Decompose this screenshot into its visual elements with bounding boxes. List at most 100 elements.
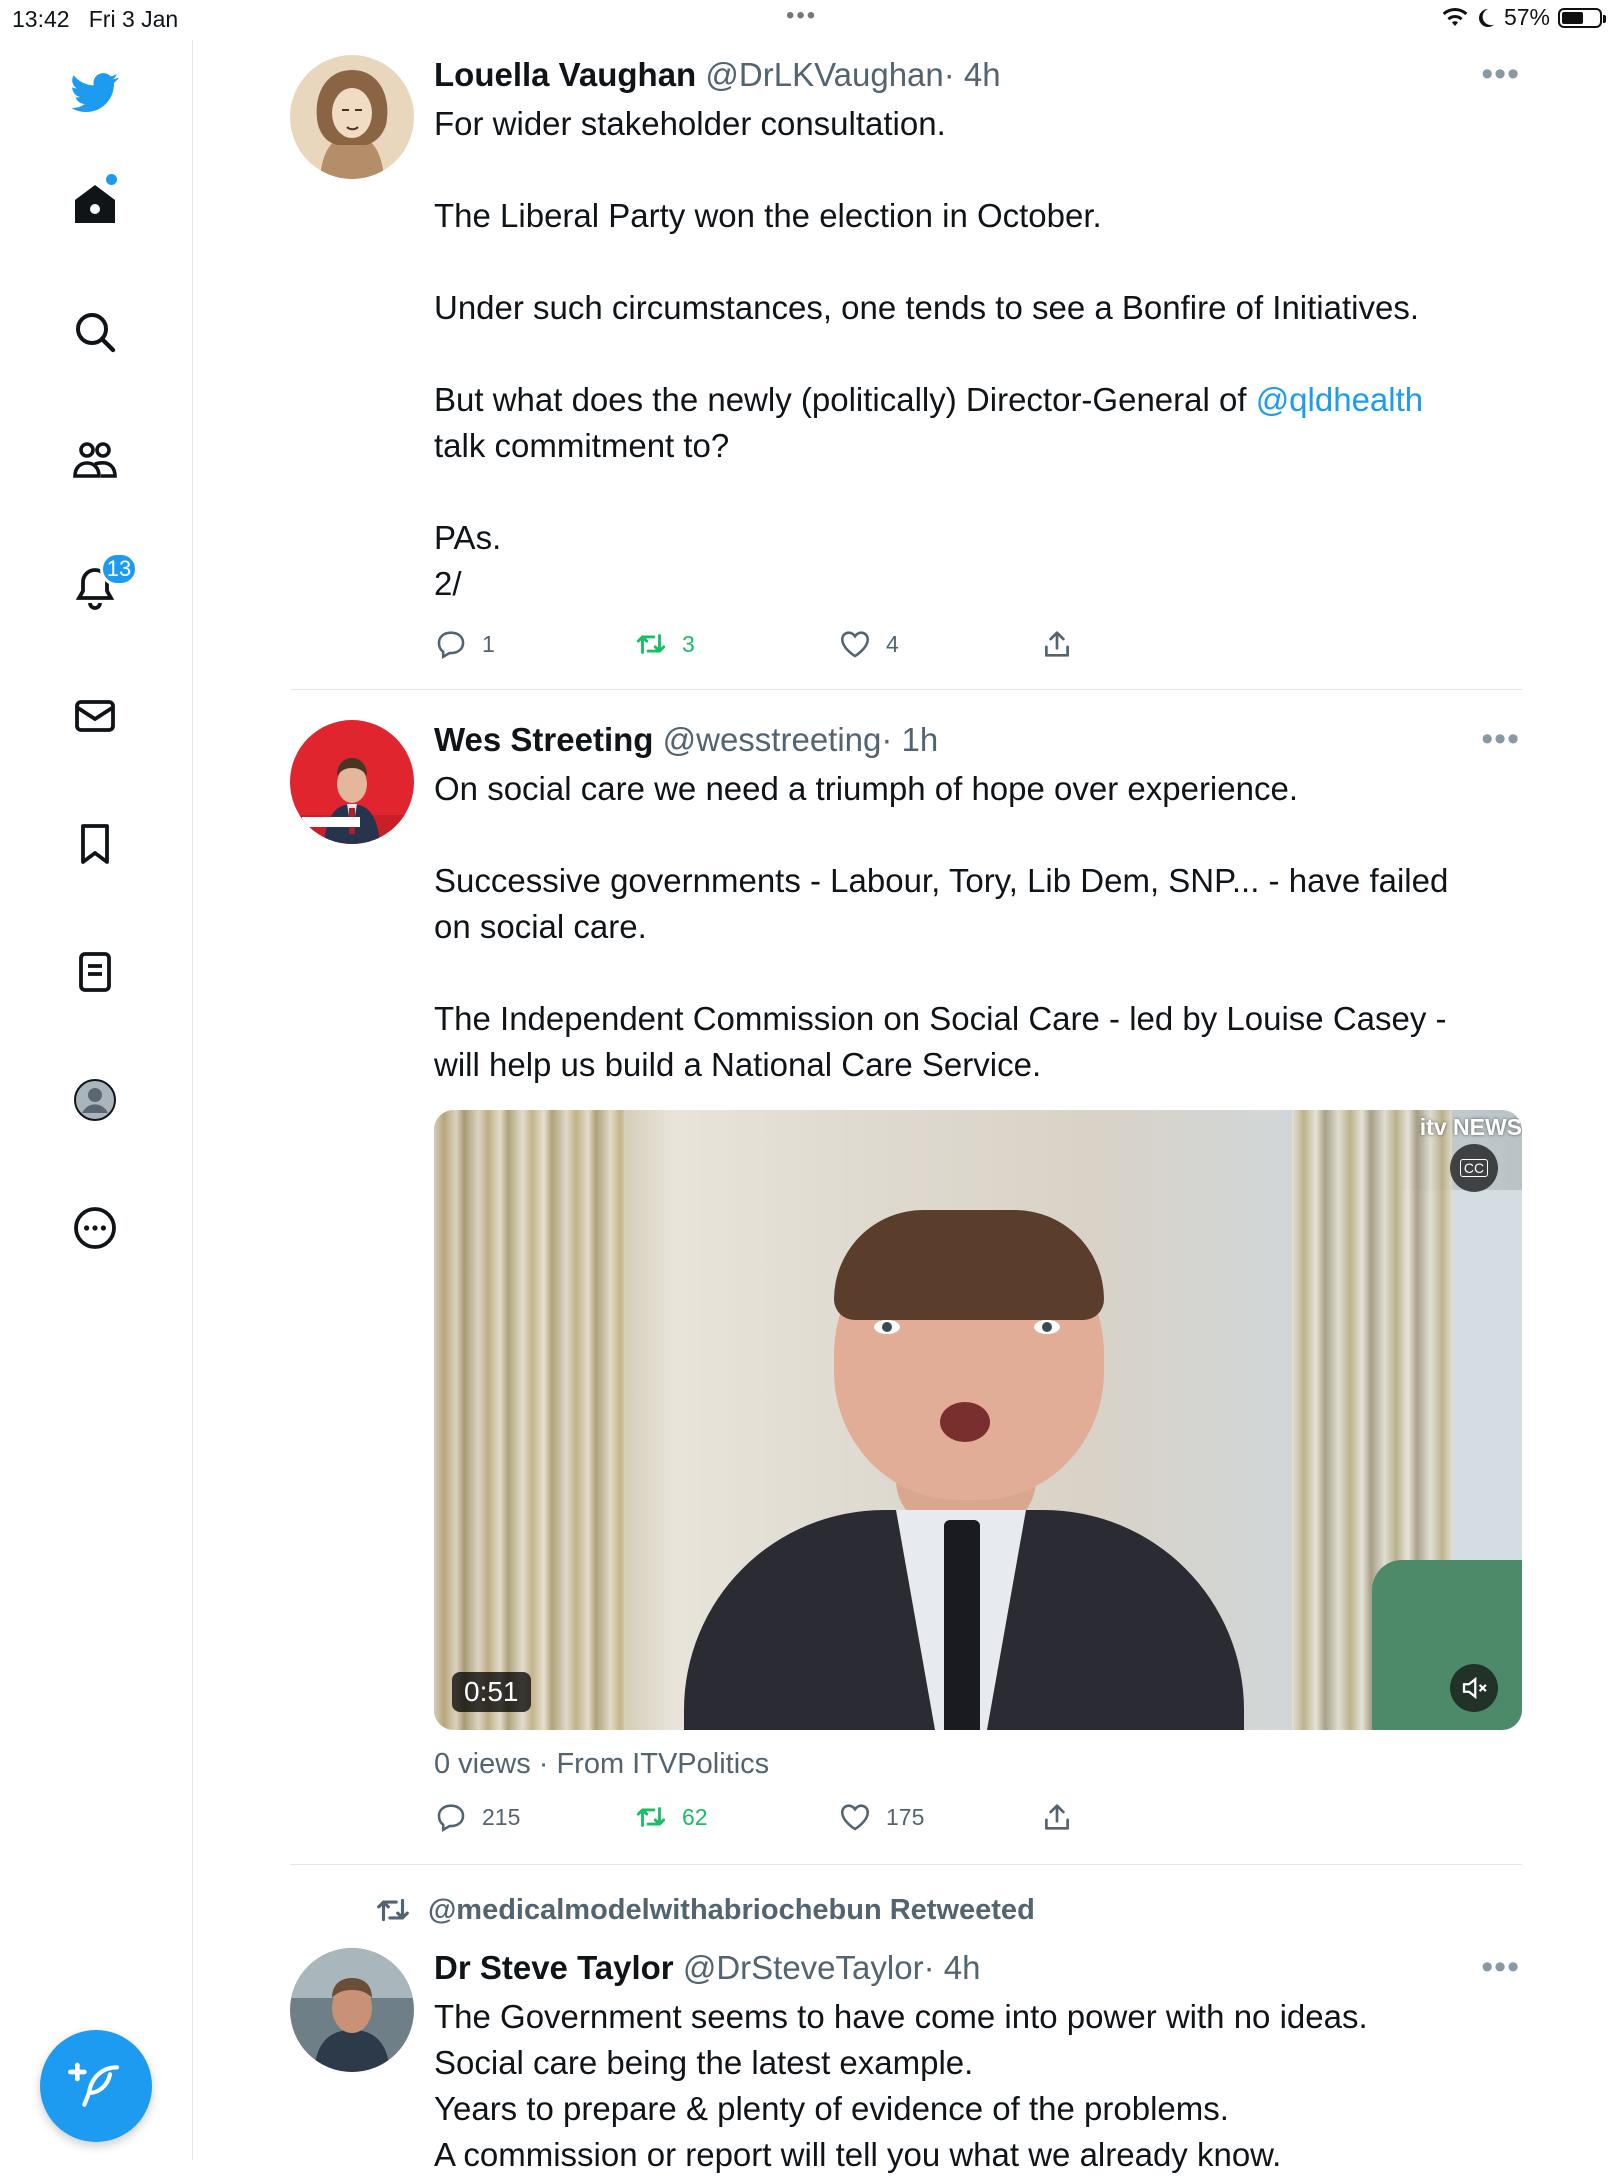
retweeted-by-line[interactable]: @medicalmodelwithabriochebun Retweeted (374, 1890, 1474, 1930)
tweet-content: Wes Streeting @wesstreeting· 1h ••• On s… (434, 720, 1522, 1840)
retweet-icon (636, 1807, 666, 1827)
like-button[interactable]: 4 (838, 627, 899, 661)
video-player[interactable]: itv NEWS CC 0:51 (434, 1110, 1522, 1730)
reply-count: 215 (482, 1803, 521, 1830)
tweet-line: Successive governments - Labour, Tory, L… (434, 862, 1449, 899)
reply-button[interactable]: 215 (434, 1800, 520, 1834)
share-button[interactable] (1040, 627, 1074, 661)
video-frame-curtain (434, 1110, 624, 1730)
author-name[interactable]: Louella Vaughan (434, 56, 696, 93)
retweet-icon (636, 634, 666, 654)
compose-feather-icon (68, 2062, 120, 2107)
status-bar: 13:42 Fri 3 Jan ••• 57% (0, 0, 1620, 40)
heart-icon (840, 631, 870, 658)
video-frame-person-tie (944, 1520, 980, 1730)
avatar[interactable] (290, 1948, 414, 2072)
retweet-icon (377, 1898, 409, 1922)
like-count: 175 (886, 1803, 925, 1830)
video-frame-person-hair (834, 1210, 1104, 1320)
tweet-more-button[interactable]: ••• (1481, 720, 1520, 759)
tweet-line: But what does the newly (politically) Di… (434, 377, 1520, 423)
avatar[interactable] (290, 55, 414, 179)
tweet-line: PAs. (434, 519, 502, 556)
battery-percent: 57% (1503, 4, 1550, 30)
tweet-line: talk commitment to? (434, 427, 730, 464)
notifications-badge: 13 (100, 552, 138, 586)
multitasking-dots[interactable]: ••• (786, 2, 817, 30)
tweet-line: will help us build a National Care Servi… (434, 1046, 1042, 1083)
reply-button[interactable]: 1 (434, 627, 495, 661)
tweet-text: The Government seems to have come into p… (434, 1994, 1520, 2178)
twitter-logo-icon[interactable] (67, 64, 123, 120)
tweet-line: The Independent Commission on Social Car… (434, 1000, 1447, 1037)
home-unread-dot (106, 174, 117, 185)
closed-captions-button[interactable]: CC (1450, 1144, 1498, 1192)
reply-icon (437, 631, 465, 659)
retweet-count: 3 (682, 630, 695, 657)
tweet-actions: 215 62 175 (434, 1800, 1520, 1840)
status-time: 13:42 Fri 3 Jan (12, 6, 179, 32)
retweeted-by-text: @medicalmodelwithabriochebun Retweeted (428, 1893, 1035, 1926)
tweet-divider (290, 689, 1522, 690)
tweet-header: Wes Streeting @wesstreeting· 1h (434, 720, 1520, 760)
retweet-count: 62 (682, 1803, 708, 1830)
author-handle[interactable]: @DrSteveTaylor (683, 1949, 924, 1986)
video-frame-person-mouth (940, 1402, 990, 1442)
video-duration: 0:51 (452, 1672, 531, 1712)
author-handle[interactable]: @DrLKVaughan (705, 56, 943, 93)
tweet-line: on social care. (434, 908, 647, 945)
video-frame-person-eye (874, 1320, 900, 1334)
tweet-line: Under such circumstances, one tends to s… (434, 289, 1420, 326)
compose-tweet-button[interactable] (40, 2030, 152, 2142)
like-button[interactable]: 175 (838, 1800, 924, 1834)
like-count: 4 (886, 630, 899, 657)
moon-icon (1478, 8, 1494, 27)
tweet-time: · 4h (923, 1949, 981, 1986)
more-icon[interactable] (67, 1200, 123, 1256)
tweet-line: On social care we need a triumph of hope… (434, 770, 1298, 807)
bookmarks-icon[interactable] (67, 816, 123, 872)
share-button[interactable] (1040, 1800, 1074, 1834)
reply-icon (437, 1804, 465, 1832)
tweet-header: Louella Vaughan @DrLKVaughan· 4h (434, 55, 1520, 95)
profile-icon[interactable] (67, 1072, 123, 1128)
tweet-time: · 4h (943, 56, 1001, 93)
cc-icon: CC (1459, 1159, 1489, 1177)
tweet-header: Dr Steve Taylor @DrSteveTaylor· 4h (434, 1948, 1520, 1988)
tweet-line: The Government seems to have come into p… (434, 1998, 1368, 2035)
video-frame-person-eye (1034, 1320, 1060, 1334)
tweet-text: On social care we need a triumph of hope… (434, 766, 1520, 1088)
tweet-line: For wider stakeholder consultation. (434, 105, 946, 142)
tweet-actions: 1 3 4 (434, 627, 1520, 667)
author-name[interactable]: Dr Steve Taylor (434, 1949, 674, 1986)
share-icon (1045, 631, 1069, 657)
tweet-divider (290, 1864, 1522, 1865)
author-name[interactable]: Wes Streeting (434, 721, 653, 758)
search-icon[interactable] (67, 304, 123, 360)
retweet-button[interactable]: 62 (634, 1800, 708, 1834)
reply-count: 1 (482, 630, 495, 657)
lists-icon[interactable] (67, 944, 123, 1000)
tweet-more-button[interactable]: ••• (1481, 1948, 1520, 1987)
author-handle[interactable]: @wesstreeting (663, 721, 882, 758)
messages-icon[interactable] (67, 688, 123, 744)
retweet-button[interactable]: 3 (634, 627, 695, 661)
video-frame-chair (1372, 1560, 1522, 1730)
tweet-line: A commission or report will tell you wha… (434, 2136, 1282, 2173)
avatar[interactable] (290, 720, 414, 844)
home-icon[interactable] (67, 176, 123, 232)
tweet-content: Dr Steve Taylor @DrSteveTaylor· 4h ••• T… (434, 1948, 1520, 2178)
share-icon (1045, 1804, 1069, 1830)
itv-news-logo: itv NEWS (1419, 1114, 1522, 1140)
tweet-line: Social care being the latest example. (434, 2044, 974, 2081)
video-views-source[interactable]: 0 views · From ITVPolitics (434, 1744, 1520, 1784)
mute-button[interactable] (1450, 1664, 1498, 1712)
mention-link[interactable]: @qldhealth (1256, 381, 1423, 418)
communities-icon[interactable] (67, 432, 123, 488)
status-right: 57% (1442, 4, 1606, 31)
battery-fill (1562, 11, 1583, 24)
tweet-line: 2/ (434, 565, 462, 602)
tweet-more-button[interactable]: ••• (1481, 55, 1520, 94)
sidebar: 13 (0, 40, 193, 2160)
tweet-line-text: But what does the newly (politically) Di… (434, 381, 1256, 418)
